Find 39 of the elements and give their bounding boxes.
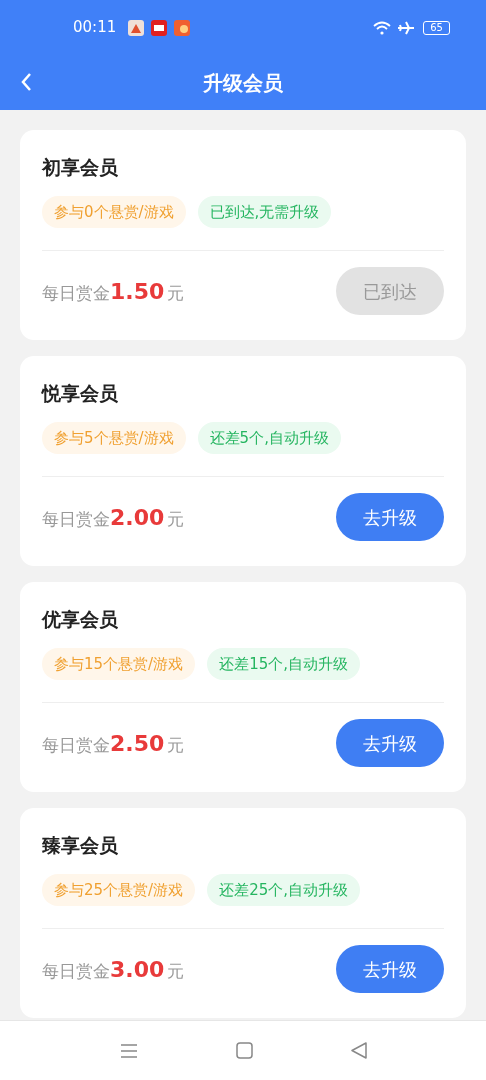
reward-unit: 元 <box>167 733 185 757</box>
reward-unit: 元 <box>167 507 185 531</box>
requirement-tag: 参与25个悬赏/游戏 <box>42 874 196 906</box>
requirement-tag: 参与0个悬赏/游戏 <box>42 196 186 228</box>
tier-title: 初享会员 <box>42 155 119 180</box>
tier-title: 优享会员 <box>42 607 119 632</box>
reward-label: 每日赏金 <box>42 959 110 983</box>
upgrade-button[interactable]: 去升级 <box>336 945 444 993</box>
reward-amount: 3.00 <box>110 955 165 984</box>
menu-icon[interactable] <box>119 1042 138 1059</box>
progress-tag: 还差5个,自动升级 <box>197 422 341 454</box>
app-notification-icon <box>174 19 191 36</box>
reward-label: 每日赏金 <box>42 281 110 305</box>
reward-unit: 元 <box>167 281 185 305</box>
tier-title: 臻享会员 <box>42 833 119 858</box>
progress-tag: 还差15个,自动升级 <box>207 648 360 680</box>
back-icon[interactable] <box>350 1042 367 1059</box>
app-notification-icon <box>151 19 168 36</box>
reward-amount: 1.50 <box>110 277 165 306</box>
requirement-tag: 参与15个悬赏/游戏 <box>42 648 196 680</box>
reward-label: 每日赏金 <box>42 733 110 757</box>
reward-amount: 2.50 <box>110 729 165 758</box>
reward-label: 每日赏金 <box>42 507 110 531</box>
back-icon <box>20 72 32 92</box>
airplane-icon <box>397 19 415 36</box>
progress-tag: 还差25个,自动升级 <box>207 874 360 906</box>
status-time: 00:11 <box>73 17 117 39</box>
reward-unit: 元 <box>167 959 185 983</box>
app-notification-icon <box>128 19 145 36</box>
upgrade-button[interactable]: 去升级 <box>336 719 444 767</box>
tier-title: 悦享会员 <box>42 381 119 406</box>
requirement-tag: 参与5个悬赏/游戏 <box>42 422 186 454</box>
battery-icon: 65 <box>423 20 450 35</box>
wifi-icon <box>373 20 391 35</box>
progress-tag: 已到达,无需升级 <box>197 196 332 228</box>
upgrade-button[interactable]: 去升级 <box>336 493 444 541</box>
home-icon[interactable] <box>235 1042 253 1059</box>
page-title: 升级会员 <box>203 69 283 97</box>
reward-amount: 2.00 <box>110 503 165 532</box>
